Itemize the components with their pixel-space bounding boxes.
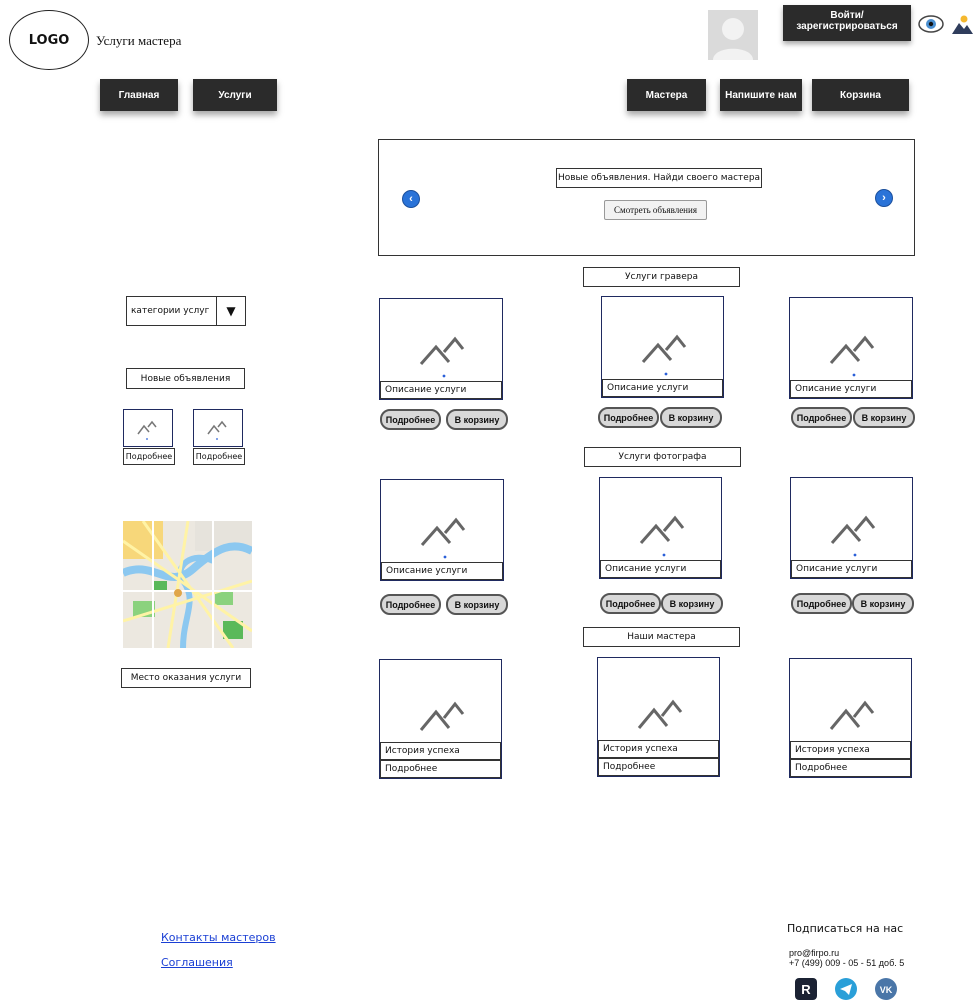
success-story-label: История успеха [598, 740, 719, 758]
add-to-cart-button[interactable]: В корзину [852, 593, 914, 614]
announcements-slider [378, 139, 915, 256]
logo[interactable]: LOGO [9, 10, 89, 70]
details-button[interactable]: Подробнее [380, 594, 441, 615]
mini-card-details[interactable]: Подробнее [193, 448, 245, 465]
section-title: Услуги фотографа [584, 447, 741, 467]
vk-icon[interactable]: VK [875, 978, 897, 1000]
details-button[interactable]: Подробнее [380, 409, 441, 430]
mini-card-details[interactable]: Подробнее [123, 448, 175, 465]
map-label: Место оказания услуги [121, 668, 251, 688]
add-to-cart-button[interactable]: В корзину [660, 407, 722, 428]
nav-write-us[interactable]: Напишите нам [720, 79, 802, 111]
view-ads-button[interactable]: Смотреть объявления [604, 200, 707, 220]
master-details-link[interactable]: Подробнее [790, 759, 911, 777]
telegram-icon[interactable] [835, 978, 857, 1000]
eye-icon[interactable] [918, 14, 944, 34]
nav-cart[interactable]: Корзина [812, 79, 909, 111]
details-button[interactable]: Подробнее [600, 593, 661, 614]
service-card[interactable]: Описание услуги [599, 477, 722, 579]
category-select-value: категории услуг [131, 306, 210, 316]
prev-arrow-icon[interactable]: ‹ [402, 190, 420, 208]
nav-masters[interactable]: Мастера [627, 79, 706, 111]
new-ads-label: Новые объявления [126, 368, 245, 389]
service-card[interactable]: Описание услуги [601, 296, 724, 398]
success-story-label: История успеха [790, 741, 911, 759]
theme-icon[interactable] [950, 14, 974, 36]
master-details-link[interactable]: Подробнее [598, 758, 719, 776]
map-image[interactable] [123, 521, 252, 648]
card-description: Описание услуги [602, 379, 723, 397]
mini-card-image[interactable] [123, 409, 173, 447]
master-card[interactable]: История успеха Подробнее [379, 659, 502, 779]
details-button[interactable]: Подробнее [791, 407, 852, 428]
avatar-icon[interactable] [708, 10, 758, 60]
nav-services[interactable]: Услуги [193, 79, 277, 111]
card-description: Описание услуги [790, 380, 912, 398]
card-description: Описание услуги [791, 560, 912, 578]
login-register-button[interactable]: Войти/ зарегистрироваться [783, 5, 911, 41]
site-title: Услуги мастера [96, 33, 182, 48]
subscribe-heading: Подписаться на нас [787, 922, 904, 935]
rutube-letter: R [801, 982, 811, 997]
master-card[interactable]: История успеха Подробнее [597, 657, 720, 777]
add-to-cart-button[interactable]: В корзину [446, 409, 508, 430]
vk-letters: VK [880, 985, 893, 995]
service-card[interactable]: Описание услуги [789, 297, 913, 399]
footer-link-agreements[interactable]: Соглашения [161, 956, 233, 969]
add-to-cart-button[interactable]: В корзину [446, 594, 508, 615]
dropdown-triangle-icon[interactable]: ▼ [216, 297, 245, 325]
section-title: Наши мастера [583, 627, 740, 647]
nav-home[interactable]: Главная [100, 79, 178, 111]
footer-link-master-contacts[interactable]: Контакты мастеров [161, 931, 276, 944]
mini-card-image[interactable] [193, 409, 243, 447]
details-button[interactable]: Подробнее [598, 407, 659, 428]
section-title: Услуги гравера [583, 267, 740, 287]
card-description: Описание услуги [381, 562, 503, 580]
service-card[interactable]: Описание услуги [379, 298, 503, 400]
add-to-cart-button[interactable]: В корзину [661, 593, 723, 614]
service-card[interactable]: Описание услуги [380, 479, 504, 581]
category-select[interactable]: категории услуг ▼ [126, 296, 246, 326]
success-story-label: История успеха [380, 742, 501, 760]
service-card[interactable]: Описание услуги [790, 477, 913, 579]
rutube-icon[interactable]: R [795, 978, 817, 1000]
details-button[interactable]: Подробнее [791, 593, 852, 614]
add-to-cart-button[interactable]: В корзину [853, 407, 915, 428]
master-details-link[interactable]: Подробнее [380, 760, 501, 778]
contact-phone: +7 (499) 009 - 05 - 51 доб. 5 [789, 958, 905, 968]
card-description: Описание услуги [380, 381, 502, 399]
next-arrow-icon[interactable]: › [875, 189, 893, 207]
contact-email: pro@firpo.ru [789, 948, 840, 958]
slider-caption: Новые объявления. Найди своего мастера [556, 168, 762, 188]
master-card[interactable]: История успеха Подробнее [789, 658, 912, 778]
card-description: Описание услуги [600, 560, 721, 578]
